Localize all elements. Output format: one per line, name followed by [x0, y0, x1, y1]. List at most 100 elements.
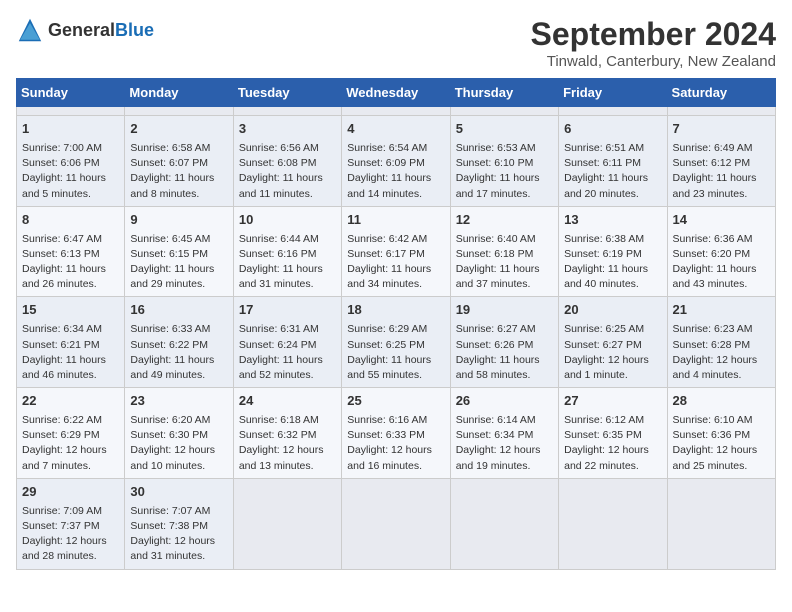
table-row: 24Sunrise: 6:18 AMSunset: 6:32 PMDayligh… — [233, 388, 341, 479]
day-number: 12 — [456, 211, 553, 230]
table-row: 6Sunrise: 6:51 AMSunset: 6:11 PMDaylight… — [559, 116, 667, 207]
sunrise-text: Sunrise: 6:56 AM — [239, 141, 336, 156]
page-header: GeneralBlue September 2024 Tinwald, Cant… — [16, 16, 776, 70]
day-number: 22 — [22, 392, 119, 411]
table-row: 10Sunrise: 6:44 AMSunset: 6:16 PMDayligh… — [233, 206, 341, 297]
sunrise-text: Sunrise: 6:53 AM — [456, 141, 553, 156]
table-row: 19Sunrise: 6:27 AMSunset: 6:26 PMDayligh… — [450, 297, 558, 388]
sunset-text: Sunset: 6:29 PM — [22, 428, 119, 443]
day-number: 1 — [22, 120, 119, 139]
table-row — [667, 478, 775, 569]
sunrise-text: Sunrise: 7:09 AM — [22, 504, 119, 519]
sunset-text: Sunset: 6:17 PM — [347, 247, 444, 262]
sunrise-text: Sunrise: 6:45 AM — [130, 232, 227, 247]
table-row: 14Sunrise: 6:36 AMSunset: 6:20 PMDayligh… — [667, 206, 775, 297]
sunrise-text: Sunrise: 6:29 AM — [347, 322, 444, 337]
daylight-text: Daylight: 12 hours and 31 minutes. — [130, 534, 227, 564]
daylight-text: Daylight: 11 hours and 34 minutes. — [347, 262, 444, 292]
sunrise-text: Sunrise: 6:18 AM — [239, 413, 336, 428]
table-row: 11Sunrise: 6:42 AMSunset: 6:17 PMDayligh… — [342, 206, 450, 297]
daylight-text: Daylight: 11 hours and 20 minutes. — [564, 171, 661, 201]
day-number: 19 — [456, 301, 553, 320]
table-row: 16Sunrise: 6:33 AMSunset: 6:22 PMDayligh… — [125, 297, 233, 388]
sunset-text: Sunset: 6:34 PM — [456, 428, 553, 443]
table-row — [667, 107, 775, 116]
table-row — [125, 107, 233, 116]
sunrise-text: Sunrise: 6:40 AM — [456, 232, 553, 247]
table-row — [450, 478, 558, 569]
daylight-text: Daylight: 11 hours and 43 minutes. — [673, 262, 770, 292]
table-row: 28Sunrise: 6:10 AMSunset: 6:36 PMDayligh… — [667, 388, 775, 479]
sunrise-text: Sunrise: 6:31 AM — [239, 322, 336, 337]
day-number: 3 — [239, 120, 336, 139]
day-number: 16 — [130, 301, 227, 320]
sunrise-text: Sunrise: 6:49 AM — [673, 141, 770, 156]
table-row: 29Sunrise: 7:09 AMSunset: 7:37 PMDayligh… — [17, 478, 125, 569]
sunset-text: Sunset: 6:06 PM — [22, 156, 119, 171]
day-number: 4 — [347, 120, 444, 139]
table-row — [233, 478, 341, 569]
sunrise-text: Sunrise: 6:12 AM — [564, 413, 661, 428]
sunrise-text: Sunrise: 6:44 AM — [239, 232, 336, 247]
sunrise-text: Sunrise: 7:00 AM — [22, 141, 119, 156]
col-friday: Friday — [559, 79, 667, 107]
day-number: 23 — [130, 392, 227, 411]
sunrise-text: Sunrise: 6:42 AM — [347, 232, 444, 247]
title-block: September 2024 Tinwald, Canterbury, New … — [531, 16, 776, 70]
calendar-table: Sunday Monday Tuesday Wednesday Thursday… — [16, 78, 776, 570]
daylight-text: Daylight: 12 hours and 28 minutes. — [22, 534, 119, 564]
sunset-text: Sunset: 6:27 PM — [564, 338, 661, 353]
table-row: 18Sunrise: 6:29 AMSunset: 6:25 PMDayligh… — [342, 297, 450, 388]
table-row: 13Sunrise: 6:38 AMSunset: 6:19 PMDayligh… — [559, 206, 667, 297]
calendar-row: 29Sunrise: 7:09 AMSunset: 7:37 PMDayligh… — [17, 478, 776, 569]
sunset-text: Sunset: 6:19 PM — [564, 247, 661, 262]
daylight-text: Daylight: 12 hours and 13 minutes. — [239, 443, 336, 473]
sunset-text: Sunset: 6:24 PM — [239, 338, 336, 353]
daylight-text: Daylight: 11 hours and 26 minutes. — [22, 262, 119, 292]
table-row: 27Sunrise: 6:12 AMSunset: 6:35 PMDayligh… — [559, 388, 667, 479]
table-row — [342, 107, 450, 116]
day-number: 13 — [564, 211, 661, 230]
sunset-text: Sunset: 6:26 PM — [456, 338, 553, 353]
table-row — [450, 107, 558, 116]
table-row — [559, 478, 667, 569]
col-thursday: Thursday — [450, 79, 558, 107]
daylight-text: Daylight: 11 hours and 29 minutes. — [130, 262, 227, 292]
daylight-text: Daylight: 11 hours and 37 minutes. — [456, 262, 553, 292]
day-number: 10 — [239, 211, 336, 230]
sunset-text: Sunset: 6:22 PM — [130, 338, 227, 353]
logo-text: GeneralBlue — [48, 20, 154, 41]
daylight-text: Daylight: 12 hours and 25 minutes. — [673, 443, 770, 473]
daylight-text: Daylight: 11 hours and 46 minutes. — [22, 353, 119, 383]
table-row: 26Sunrise: 6:14 AMSunset: 6:34 PMDayligh… — [450, 388, 558, 479]
sunrise-text: Sunrise: 6:10 AM — [673, 413, 770, 428]
col-tuesday: Tuesday — [233, 79, 341, 107]
sunset-text: Sunset: 7:37 PM — [22, 519, 119, 534]
table-row: 3Sunrise: 6:56 AMSunset: 6:08 PMDaylight… — [233, 116, 341, 207]
day-number: 14 — [673, 211, 770, 230]
sunset-text: Sunset: 6:07 PM — [130, 156, 227, 171]
daylight-text: Daylight: 11 hours and 17 minutes. — [456, 171, 553, 201]
day-number: 17 — [239, 301, 336, 320]
sunrise-text: Sunrise: 6:25 AM — [564, 322, 661, 337]
daylight-text: Daylight: 11 hours and 55 minutes. — [347, 353, 444, 383]
sunset-text: Sunset: 6:36 PM — [673, 428, 770, 443]
calendar-row: 15Sunrise: 6:34 AMSunset: 6:21 PMDayligh… — [17, 297, 776, 388]
sunrise-text: Sunrise: 6:34 AM — [22, 322, 119, 337]
table-row: 30Sunrise: 7:07 AMSunset: 7:38 PMDayligh… — [125, 478, 233, 569]
day-number: 27 — [564, 392, 661, 411]
sunset-text: Sunset: 6:20 PM — [673, 247, 770, 262]
logo-icon — [16, 16, 44, 44]
sunset-text: Sunset: 6:15 PM — [130, 247, 227, 262]
col-sunday: Sunday — [17, 79, 125, 107]
daylight-text: Daylight: 12 hours and 4 minutes. — [673, 353, 770, 383]
sunset-text: Sunset: 6:25 PM — [347, 338, 444, 353]
sunset-text: Sunset: 6:28 PM — [673, 338, 770, 353]
calendar-row: 22Sunrise: 6:22 AMSunset: 6:29 PMDayligh… — [17, 388, 776, 479]
day-number: 2 — [130, 120, 227, 139]
daylight-text: Daylight: 12 hours and 10 minutes. — [130, 443, 227, 473]
sunrise-text: Sunrise: 6:14 AM — [456, 413, 553, 428]
sunrise-text: Sunrise: 6:23 AM — [673, 322, 770, 337]
daylight-text: Daylight: 12 hours and 7 minutes. — [22, 443, 119, 473]
day-number: 8 — [22, 211, 119, 230]
